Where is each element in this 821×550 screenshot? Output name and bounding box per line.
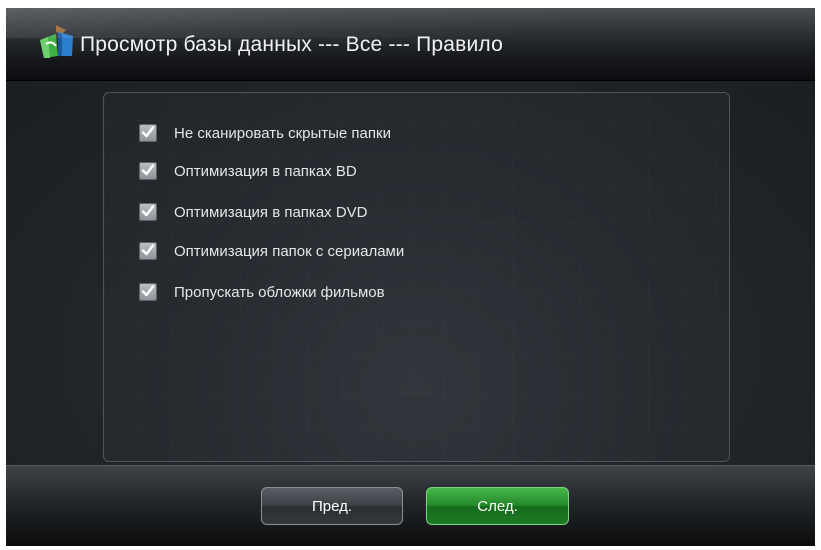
- option-label: Пропускать обложки фильмов: [174, 283, 385, 301]
- option-skip-hidden-folders[interactable]: Не сканировать скрытые папки: [139, 122, 391, 144]
- option-optimize-bd-folders[interactable]: Оптимизация в папках BD: [139, 160, 357, 182]
- media-library-icon: [36, 22, 76, 62]
- page-title: Просмотр базы данных --- Все --- Правило: [80, 33, 503, 56]
- option-label: Не сканировать скрытые папки: [174, 124, 391, 142]
- option-optimize-series-folders[interactable]: Оптимизация папок с сериалами: [139, 240, 404, 262]
- option-label: Оптимизация папок с сериалами: [174, 242, 405, 260]
- option-label: Оптимизация в папках BD: [174, 162, 357, 180]
- main-content: Не сканировать скрытые папки Оптимизация…: [6, 81, 815, 465]
- checkbox-checked-icon[interactable]: [139, 203, 157, 221]
- next-button[interactable]: След.: [426, 487, 569, 525]
- title-bar: Просмотр базы данных --- Все --- Правило: [6, 8, 815, 81]
- rules-panel: Не сканировать скрытые папки Оптимизация…: [103, 92, 730, 462]
- checkbox-checked-icon[interactable]: [139, 283, 157, 301]
- checkbox-checked-icon[interactable]: [139, 242, 157, 260]
- option-optimize-dvd-folders[interactable]: Оптимизация в папках DVD: [139, 201, 368, 223]
- app-window: Просмотр базы данных --- Все --- Правило…: [6, 8, 815, 546]
- checkbox-checked-icon[interactable]: [139, 162, 157, 180]
- option-label: Оптимизация в папках DVD: [174, 203, 368, 221]
- option-skip-movie-covers[interactable]: Пропускать обложки фильмов: [139, 281, 385, 303]
- screen: Просмотр базы данных --- Все --- Правило…: [0, 0, 821, 550]
- checkbox-checked-icon[interactable]: [139, 124, 157, 142]
- prev-button[interactable]: Пред.: [261, 487, 403, 525]
- footer-bar: Пред. След.: [6, 465, 815, 546]
